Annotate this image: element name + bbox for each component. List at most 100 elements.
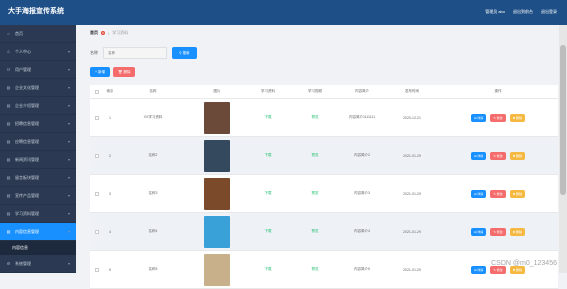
table-header: 索引 名称 图片 学习资料 学习视频 内容简介 发布时间 操作 bbox=[90, 85, 558, 99]
delete-button[interactable]: 🗑 删除 bbox=[113, 67, 135, 77]
row-checkbox[interactable] bbox=[95, 230, 99, 234]
logout-link[interactable]: 退出登录 bbox=[541, 9, 557, 15]
row-thumbnail[interactable] bbox=[204, 254, 230, 286]
breadcrumb-home[interactable]: 首页 bbox=[90, 30, 98, 36]
sidebar-item[interactable]: ▤企业文化管理▾ bbox=[0, 79, 76, 97]
preview-link[interactable]: 预览 bbox=[292, 229, 338, 234]
download-link[interactable]: 下载 bbox=[244, 153, 292, 158]
download-link[interactable]: 下载 bbox=[244, 267, 292, 272]
search-row: 名称 ⚲ 搜索 bbox=[90, 47, 197, 59]
action-row: + 新增 🗑 删除 bbox=[90, 67, 135, 77]
chevron-down-icon: ▾ bbox=[68, 67, 70, 72]
chevron-down-icon: ▾ bbox=[68, 193, 70, 198]
download-link[interactable]: 下载 bbox=[244, 229, 292, 234]
edit-label: 修改 bbox=[497, 192, 503, 196]
sidebar: ⌂首页☺个人中心▾☷用户管理▾▤企业文化管理▾▤企业介绍管理▾▤招聘信息管理▾▤… bbox=[0, 25, 76, 273]
sidebar-item-label: 应聘信息管理 bbox=[15, 139, 39, 145]
download-link[interactable]: 下载 bbox=[244, 115, 292, 120]
sidebar-subitem[interactable]: 内容信息 bbox=[0, 241, 76, 255]
sidebar-item[interactable]: ▤招聘信息管理▾ bbox=[0, 115, 76, 133]
row-time: 2020-12-21 bbox=[386, 116, 438, 120]
column-header: 学习视频 bbox=[292, 89, 338, 94]
row-checkbox[interactable] bbox=[95, 268, 99, 272]
row-delete-label: 删除 bbox=[516, 116, 522, 120]
detail-label: 详情 bbox=[477, 268, 483, 272]
preview-link[interactable]: 预览 bbox=[292, 153, 338, 158]
sidebar-item-label: 首页 bbox=[15, 31, 23, 37]
sidebar-item-label: 个人中心 bbox=[15, 49, 31, 55]
table-row: 4名称4下载预览内容简介42021-01-29⊞ 详情✎ 修改✖ 删除 bbox=[90, 213, 558, 251]
select-all-checkbox[interactable] bbox=[95, 90, 99, 94]
detail-button[interactable]: ⊞ 详情 bbox=[471, 228, 486, 236]
row-brief: 内容简介5 bbox=[338, 267, 386, 272]
exit-to-front-link[interactable]: 退出到前台 bbox=[513, 9, 533, 15]
edit-button[interactable]: ✎ 修改 bbox=[490, 190, 505, 198]
row-thumbnail[interactable] bbox=[204, 140, 230, 172]
row-checkbox-cell bbox=[90, 116, 104, 120]
edit-button[interactable]: ✎ 修改 bbox=[490, 114, 505, 122]
sidebar-item-label: 企业介绍管理 bbox=[15, 103, 39, 109]
row-time: 2021-01-29 bbox=[386, 192, 438, 196]
row-delete-label: 删除 bbox=[516, 268, 522, 272]
chevron-down-icon: ▾ bbox=[68, 103, 70, 108]
row-time: 2021-01-29 bbox=[386, 268, 438, 272]
top-header: 大手海报宣传系统 管理员 abo 退出到前台 退出登录 bbox=[0, 0, 567, 25]
watermark: CSDN @m0_123456 bbox=[491, 260, 557, 267]
row-delete-button[interactable]: ✖ 删除 bbox=[510, 190, 525, 198]
detail-button[interactable]: ⊞ 详情 bbox=[471, 266, 486, 274]
sidebar-item[interactable]: ▤学习资料管理▾ bbox=[0, 205, 76, 223]
detail-button[interactable]: ⊞ 详情 bbox=[471, 190, 486, 198]
sidebar-item[interactable]: ▤应聘信息管理▾ bbox=[0, 133, 76, 151]
detail-label: 详情 bbox=[477, 154, 483, 158]
search-button[interactable]: ⚲ 搜索 bbox=[172, 47, 197, 59]
sidebar-item[interactable]: ▤新闻资讯管理▾ bbox=[0, 151, 76, 169]
row-thumbnail[interactable] bbox=[204, 178, 230, 210]
row-image-cell bbox=[190, 140, 244, 172]
sidebar-item[interactable]: ☺个人中心▾ bbox=[0, 43, 76, 61]
row-time: 2021-01-29 bbox=[386, 230, 438, 234]
detail-button[interactable]: ⊞ 详情 bbox=[471, 114, 486, 122]
row-thumbnail[interactable] bbox=[204, 216, 230, 248]
search-label: 名称 bbox=[90, 50, 98, 56]
sidebar-item-label: 内容信息管理 bbox=[15, 229, 39, 235]
table-body: 1XX学习资料下载预览内容简介11111112020-12-21⊞ 详情✎ 修改… bbox=[90, 99, 558, 289]
row-thumbnail[interactable] bbox=[204, 102, 230, 134]
column-header: 发布时间 bbox=[386, 89, 438, 94]
sidebar-item[interactable]: ▤企业介绍管理▾ bbox=[0, 97, 76, 115]
row-index: 5 bbox=[104, 268, 116, 272]
row-index: 2 bbox=[104, 154, 116, 158]
sidebar-item[interactable]: ▤宣传产品管理▾ bbox=[0, 187, 76, 205]
detail-button[interactable]: ⊞ 详情 bbox=[471, 152, 486, 160]
search-input[interactable] bbox=[103, 47, 167, 59]
main-content: 首页 0 / 学习资料 名称 ⚲ 搜索 + 新增 🗑 删除 索引 名称 图片 学… bbox=[76, 25, 559, 273]
table-row: 3名称3下载预览内容简介32021-01-29⊞ 详情✎ 修改✖ 删除 bbox=[90, 175, 558, 213]
sidebar-item[interactable]: ▤留言板块管理▾ bbox=[0, 169, 76, 187]
add-button[interactable]: + 新增 bbox=[90, 67, 110, 77]
preview-link[interactable]: 预览 bbox=[292, 115, 338, 120]
breadcrumb-separator: / bbox=[108, 31, 109, 36]
scrollbar-thumb[interactable] bbox=[560, 45, 566, 195]
sidebar-item[interactable]: ⌂首页 bbox=[0, 25, 76, 43]
edit-button[interactable]: ✎ 修改 bbox=[490, 228, 505, 236]
row-checkbox[interactable] bbox=[95, 154, 99, 158]
edit-button[interactable]: ✎ 修改 bbox=[490, 152, 505, 160]
row-delete-button[interactable]: ✖ 删除 bbox=[510, 228, 525, 236]
sidebar-item-label: 招聘信息管理 bbox=[15, 121, 39, 127]
download-link[interactable]: 下载 bbox=[244, 191, 292, 196]
preview-link[interactable]: 预览 bbox=[292, 191, 338, 196]
sidebar-item-label: 新闻资讯管理 bbox=[15, 157, 39, 163]
row-checkbox-cell bbox=[90, 230, 104, 234]
sidebar-item[interactable]: ⚙系统管理▾ bbox=[0, 255, 76, 273]
row-delete-button[interactable]: ✖ 删除 bbox=[510, 152, 525, 160]
sidebar-item[interactable]: ▤内容信息管理▾ bbox=[0, 223, 76, 241]
list-icon: ▤ bbox=[6, 121, 11, 126]
row-checkbox[interactable] bbox=[95, 116, 99, 120]
preview-link[interactable]: 预览 bbox=[292, 267, 338, 272]
column-header: 操作 bbox=[438, 89, 558, 94]
delete-button-label: 删除 bbox=[123, 70, 130, 75]
sidebar-item[interactable]: ☷用户管理▾ bbox=[0, 61, 76, 79]
list-icon: ▤ bbox=[6, 139, 11, 144]
row-checkbox[interactable] bbox=[95, 192, 99, 196]
page-scrollbar[interactable] bbox=[559, 25, 567, 273]
row-delete-button[interactable]: ✖ 删除 bbox=[510, 114, 525, 122]
